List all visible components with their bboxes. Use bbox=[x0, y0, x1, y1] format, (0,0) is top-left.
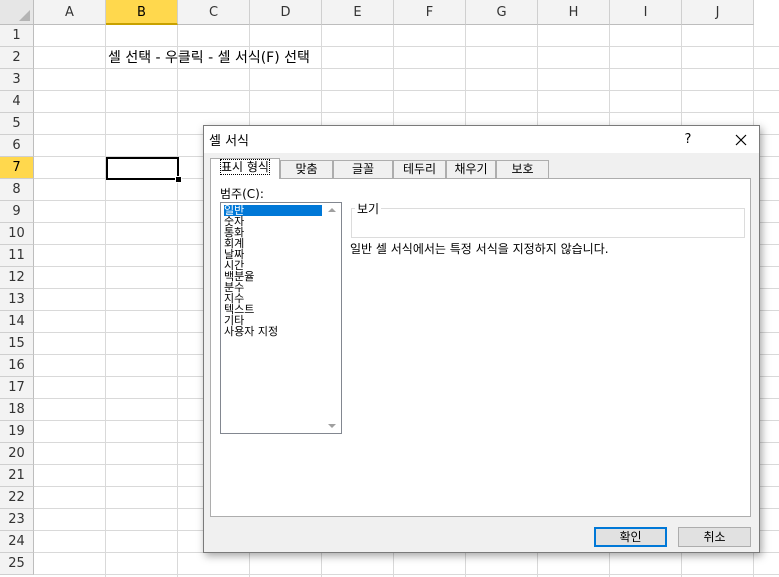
tab-font[interactable]: 글꼴 bbox=[333, 160, 393, 178]
row-header[interactable]: 22 bbox=[0, 487, 34, 509]
help-button[interactable]: ? bbox=[674, 126, 702, 153]
column-header[interactable]: A bbox=[34, 0, 106, 25]
row-header[interactable]: 1 bbox=[0, 25, 34, 47]
format-cells-dialog: 셀 서식 ? 표시 형식 맞춤 글꼴 테두리 채우기 보호 범주(C): 일반 숫… bbox=[203, 125, 760, 553]
tab-number[interactable]: 표시 형식 bbox=[210, 158, 280, 179]
tab-protection[interactable]: 보호 bbox=[496, 160, 549, 178]
grid-vline bbox=[105, 25, 106, 577]
row-header[interactable]: 19 bbox=[0, 421, 34, 443]
row-header[interactable]: 17 bbox=[0, 377, 34, 399]
column-header[interactable]: G bbox=[466, 0, 538, 25]
row-header[interactable]: 5 bbox=[0, 113, 34, 135]
tab-label: 표시 형식 bbox=[220, 159, 270, 175]
close-button[interactable] bbox=[724, 126, 758, 153]
number-tab-panel: 범주(C): 일반 숫자 통화 회계 날짜 시간 백분율 분수 지수 텍스트 기타 사용자 지정 보기… bbox=[210, 178, 751, 517]
select-all-corner[interactable] bbox=[0, 0, 34, 25]
row-header[interactable]: 6 bbox=[0, 135, 34, 157]
close-icon bbox=[735, 134, 747, 146]
row-header[interactable]: 12 bbox=[0, 267, 34, 289]
ok-button[interactable]: 확인 bbox=[594, 527, 667, 547]
row-header[interactable]: 18 bbox=[0, 399, 34, 421]
row-header[interactable]: 4 bbox=[0, 91, 34, 113]
select-all-triangle-icon bbox=[19, 10, 30, 21]
sample-label: 보기 bbox=[355, 200, 382, 217]
row-header[interactable]: 21 bbox=[0, 465, 34, 487]
category-item[interactable]: 사용자 지정 bbox=[224, 326, 278, 337]
active-cell-b7[interactable] bbox=[106, 157, 179, 180]
column-header[interactable]: J bbox=[682, 0, 754, 25]
row-header[interactable]: 2 bbox=[0, 47, 34, 69]
row-header[interactable]: 15 bbox=[0, 333, 34, 355]
row-header[interactable]: 10 bbox=[0, 223, 34, 245]
column-header[interactable]: D bbox=[250, 0, 322, 25]
row-header[interactable]: 14 bbox=[0, 311, 34, 333]
scroll-down-icon[interactable] bbox=[328, 424, 336, 428]
row-header[interactable]: 20 bbox=[0, 443, 34, 465]
row-header[interactable]: 8 bbox=[0, 179, 34, 201]
category-label: 범주(C): bbox=[220, 187, 264, 201]
dialog-titlebar[interactable]: 셀 서식 ? bbox=[204, 126, 759, 153]
row-header[interactable]: 23 bbox=[0, 509, 34, 531]
grid-hline bbox=[34, 574, 779, 575]
row-header[interactable]: 13 bbox=[0, 289, 34, 311]
row-header[interactable]: 16 bbox=[0, 355, 34, 377]
tab-alignment[interactable]: 맞춤 bbox=[280, 160, 333, 178]
dialog-title: 셀 서식 bbox=[209, 134, 250, 149]
sample-box bbox=[351, 208, 745, 238]
cell-b2[interactable]: 셀 선택 - 우클릭 - 셀 서식(F) 선택 bbox=[108, 47, 310, 69]
cancel-button[interactable]: 취소 bbox=[678, 527, 751, 547]
column-header[interactable]: H bbox=[538, 0, 610, 25]
row-header[interactable]: 25 bbox=[0, 553, 34, 575]
category-description: 일반 셀 서식에서는 특정 서식을 지정하지 않습니다. bbox=[350, 242, 609, 256]
column-header[interactable]: F bbox=[394, 0, 466, 25]
tab-border[interactable]: 테두리 bbox=[393, 160, 446, 178]
category-scrollbar[interactable] bbox=[324, 203, 341, 433]
row-header[interactable]: 7 bbox=[0, 157, 34, 179]
column-header[interactable]: E bbox=[322, 0, 394, 25]
row-header[interactable]: 11 bbox=[0, 245, 34, 267]
column-header[interactable]: C bbox=[178, 0, 250, 25]
row-header[interactable]: 24 bbox=[0, 531, 34, 553]
grid-vline bbox=[177, 25, 178, 577]
grid-hline bbox=[34, 112, 779, 113]
row-header[interactable]: 3 bbox=[0, 69, 34, 91]
column-header[interactable]: I bbox=[610, 0, 682, 25]
grid-hline bbox=[34, 90, 779, 91]
scroll-up-icon[interactable] bbox=[328, 208, 336, 212]
fill-handle[interactable] bbox=[175, 176, 182, 183]
column-header[interactable]: B bbox=[106, 0, 178, 25]
tab-fill[interactable]: 채우기 bbox=[446, 160, 496, 178]
category-list[interactable]: 일반 숫자 통화 회계 날짜 시간 백분율 분수 지수 텍스트 기타 사용자 지정 bbox=[220, 202, 342, 434]
row-header[interactable]: 9 bbox=[0, 201, 34, 223]
